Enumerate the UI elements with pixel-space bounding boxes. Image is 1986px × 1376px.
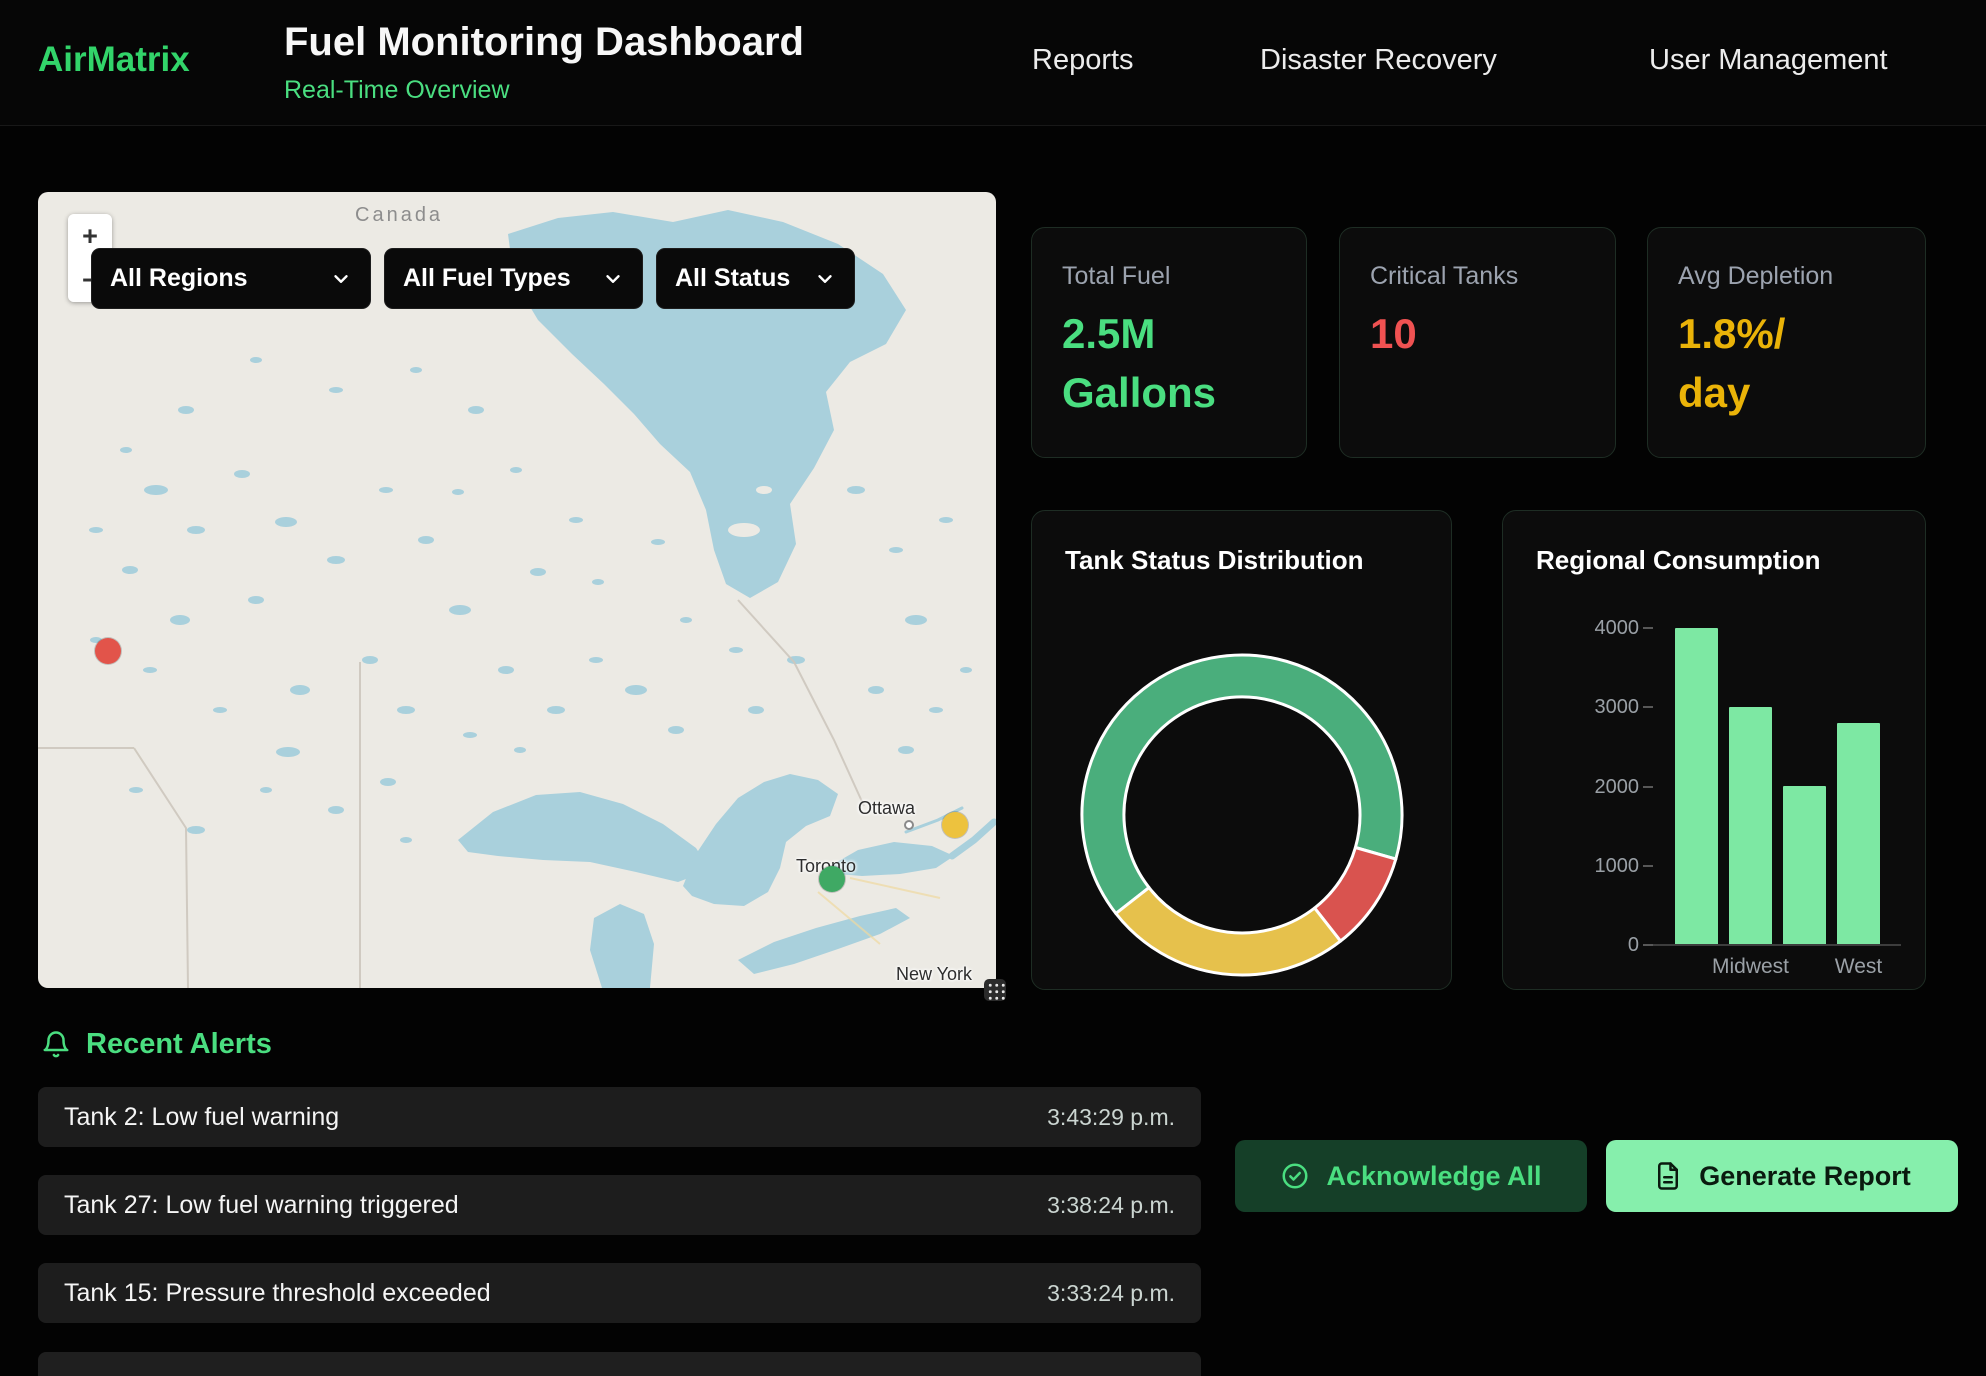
nav-disaster-recovery[interactable]: Disaster Recovery bbox=[1260, 44, 1497, 77]
bar-chart-x-axis: Midwest West bbox=[1663, 955, 1893, 985]
check-circle-icon bbox=[1280, 1161, 1310, 1191]
nav-user-management[interactable]: User Management bbox=[1649, 44, 1888, 77]
page-subtitle: Real-Time Overview bbox=[284, 76, 510, 105]
tank-map-panel[interactable]: Canada Ottawa Toronto New York + − All R… bbox=[38, 192, 996, 988]
alert-row[interactable]: Tank 2: Low fuel warning 3:43:29 p.m. bbox=[38, 1087, 1201, 1147]
alert-message: Tank 2: Low fuel warning bbox=[64, 1103, 339, 1132]
map-filter-bar: All Regions All Fuel Types All Status bbox=[91, 248, 855, 309]
chevron-down-icon bbox=[330, 268, 352, 290]
stat-value-line: 2.5M bbox=[1062, 305, 1276, 364]
tank-marker-normal[interactable] bbox=[819, 866, 845, 892]
generate-report-label: Generate Report bbox=[1699, 1161, 1911, 1192]
bar-northeast bbox=[1675, 628, 1718, 945]
y-tick-mark bbox=[1643, 706, 1653, 708]
document-icon bbox=[1653, 1161, 1683, 1191]
page-title: Fuel Monitoring Dashboard bbox=[284, 20, 804, 65]
y-tick-mark bbox=[1643, 865, 1653, 867]
status-filter-select[interactable]: All Status bbox=[656, 248, 855, 309]
bar-chart-y-axis: 01000200030004000 bbox=[1503, 628, 1663, 945]
x-tick-label-west: West bbox=[1835, 955, 1882, 979]
map-label-canada: Canada bbox=[355, 204, 443, 227]
bar-midwest bbox=[1729, 707, 1772, 945]
regional-consumption-bar-chart bbox=[1663, 628, 1893, 945]
tank-status-donut-chart bbox=[1032, 621, 1453, 991]
nav-reports[interactable]: Reports bbox=[1032, 44, 1134, 77]
critical-tanks-card: Critical Tanks 10 bbox=[1339, 227, 1616, 458]
recent-alerts-title: Recent Alerts bbox=[86, 1028, 272, 1061]
chart-title: Regional Consumption bbox=[1536, 545, 1821, 576]
alert-message: Tank 15: Pressure threshold exceeded bbox=[64, 1279, 491, 1308]
y-tick-label: 4000 bbox=[1529, 616, 1639, 640]
avg-depletion-value: 1.8%/ day bbox=[1678, 305, 1895, 423]
stat-value-line: 10 bbox=[1370, 305, 1585, 364]
fuel-type-filter-value: All Fuel Types bbox=[403, 264, 571, 293]
stat-label: Total Fuel bbox=[1062, 262, 1276, 291]
stat-value-line: Gallons bbox=[1062, 364, 1276, 423]
bar-chart-baseline bbox=[1653, 944, 1901, 946]
drag-dots-icon bbox=[986, 981, 1005, 1000]
region-filter-select[interactable]: All Regions bbox=[91, 248, 371, 309]
y-tick-mark bbox=[1643, 786, 1653, 788]
chevron-down-icon bbox=[602, 268, 624, 290]
acknowledge-all-button[interactable]: Acknowledge All bbox=[1235, 1140, 1587, 1212]
generate-report-button[interactable]: Generate Report bbox=[1606, 1140, 1958, 1212]
y-tick-label: 0 bbox=[1529, 933, 1639, 957]
region-filter-value: All Regions bbox=[110, 264, 248, 293]
alert-message: Tank 27: Low fuel warning triggered bbox=[64, 1191, 459, 1220]
critical-tanks-value: 10 bbox=[1370, 305, 1585, 364]
recent-alerts-header: Recent Alerts bbox=[41, 1028, 272, 1061]
alert-row[interactable]: Tank 27: Low fuel warning triggered 3:38… bbox=[38, 1175, 1201, 1235]
y-tick-mark bbox=[1643, 944, 1653, 946]
bell-icon bbox=[41, 1030, 71, 1060]
alert-row-partial bbox=[38, 1352, 1201, 1376]
tank-marker-critical[interactable] bbox=[95, 638, 121, 664]
fuel-monitoring-dashboard: AirMatrix Fuel Monitoring Dashboard Real… bbox=[0, 0, 1986, 1376]
x-tick-label-midwest: Midwest bbox=[1712, 955, 1789, 979]
tank-marker-warning[interactable] bbox=[942, 812, 968, 838]
stat-label: Critical Tanks bbox=[1370, 262, 1585, 291]
total-fuel-value: 2.5M Gallons bbox=[1062, 305, 1276, 423]
map-canvas[interactable]: Canada Ottawa Toronto New York bbox=[38, 192, 996, 988]
ottawa-city-dot bbox=[904, 820, 914, 830]
top-bar: AirMatrix Fuel Monitoring Dashboard Real… bbox=[0, 0, 1986, 126]
donut-segment-warning bbox=[1116, 888, 1341, 975]
y-tick-label: 2000 bbox=[1529, 775, 1639, 799]
resize-handle[interactable] bbox=[984, 979, 1006, 1001]
total-fuel-card: Total Fuel 2.5M Gallons bbox=[1031, 227, 1307, 458]
regional-consumption-card: Regional Consumption 0 1000 2000 3000 4000 M… bbox=[1502, 510, 1926, 990]
status-filter-value: All Status bbox=[675, 264, 790, 293]
avg-depletion-card: Avg Depletion 1.8%/ day bbox=[1647, 227, 1926, 458]
y-tick-label: 1000 bbox=[1529, 854, 1639, 878]
acknowledge-all-label: Acknowledge All bbox=[1326, 1161, 1541, 1192]
alert-row[interactable]: Tank 15: Pressure threshold exceeded 3:3… bbox=[38, 1263, 1201, 1323]
bar-west bbox=[1837, 723, 1880, 945]
chevron-down-icon bbox=[814, 268, 836, 290]
y-tick-label: 3000 bbox=[1529, 695, 1639, 719]
y-tick-mark bbox=[1643, 627, 1653, 629]
tank-status-distribution-card: Tank Status Distribution bbox=[1031, 510, 1452, 990]
alert-time: 3:38:24 p.m. bbox=[1047, 1192, 1175, 1219]
stat-label: Avg Depletion bbox=[1678, 262, 1895, 291]
fuel-type-filter-select[interactable]: All Fuel Types bbox=[384, 248, 643, 309]
alert-time: 3:33:24 p.m. bbox=[1047, 1280, 1175, 1307]
stat-value-line: day bbox=[1678, 364, 1895, 423]
stat-value-line: 1.8%/ bbox=[1678, 305, 1895, 364]
app-logo[interactable]: AirMatrix bbox=[38, 40, 190, 80]
alert-time: 3:43:29 p.m. bbox=[1047, 1104, 1175, 1131]
bar-south bbox=[1783, 786, 1826, 945]
chart-title: Tank Status Distribution bbox=[1065, 545, 1364, 576]
map-label-new-york: New York bbox=[896, 964, 972, 985]
map-label-ottawa: Ottawa bbox=[858, 798, 915, 819]
